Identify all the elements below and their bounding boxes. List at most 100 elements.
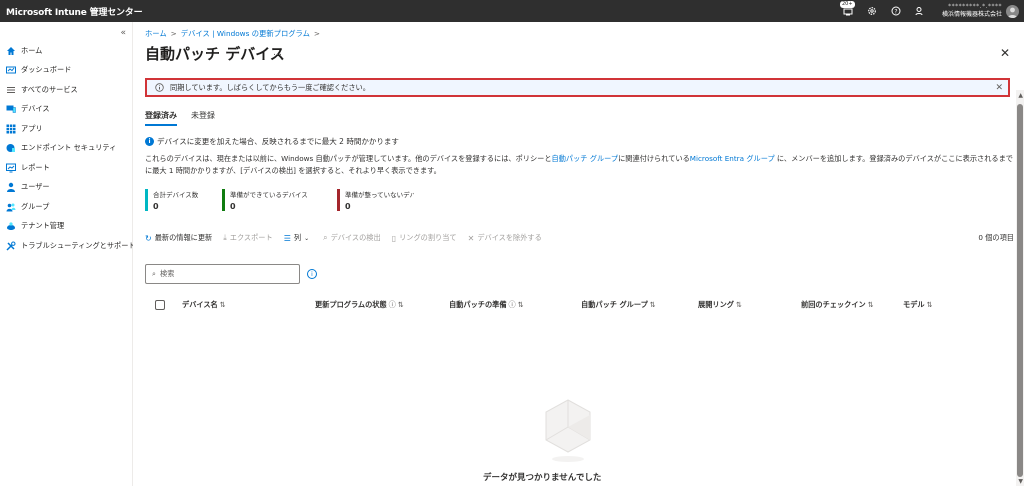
collapse-sidebar-button[interactable]: « [120,28,126,38]
help-button[interactable]: ? [884,0,908,22]
sidebar-item-label: ホーム [21,45,43,55]
sidebar-item-home[interactable]: ホーム [0,41,133,61]
account-info[interactable]: *********.*.**** 横浜情報機器株式会社 [942,3,1002,19]
column-deployment-ring[interactable]: 展開リング ⇅ [698,300,742,310]
tab-registered[interactable]: 登録済み [145,110,177,126]
sidebar-item-apps[interactable]: アプリ [0,119,133,139]
sidebar-item-devices[interactable]: デバイス [0,100,133,120]
sidebar-item-troubleshooting[interactable]: トラブルシューティングとサポート [0,236,136,256]
chevron-right-icon: > [170,29,177,38]
tenant-icon [7,222,15,231]
sidebar-item-groups[interactable]: グループ [0,197,133,217]
assign-ring-label: リングの割り当て [399,233,457,242]
devices-icon [6,105,16,113]
stat-value: 0 [153,202,159,211]
scrollbar-thumb[interactable] [1017,104,1023,477]
sidebar-item-reports[interactable]: レポート [0,158,133,178]
stat-label: 準備ができているデバイス [230,191,308,199]
user-name: *********.*.**** [948,3,1002,10]
sidebar-item-all-services[interactable]: すべてのサービス [0,80,133,100]
info-icon: i [145,137,154,146]
sidebar-item-label: トラブルシューティングとサポート [21,240,136,250]
page-title: 自動パッチ デバイス [145,45,285,63]
search-input[interactable]: ⌕ 検索 [145,264,300,284]
search-icon: ⌕ [152,269,157,278]
item-count: 0 個の項目 [978,233,1014,242]
refresh-button[interactable]: ↻ 最新の情報に更新 [145,233,212,243]
stat-label: 準備が整っていないデバ... [345,191,414,199]
close-blade-button[interactable]: ✕ [1000,46,1010,60]
exclude-devices-button[interactable]: ✕ デバイスを除外する [468,233,542,243]
avatar[interactable] [1006,4,1019,18]
refresh-icon: ↻ [145,233,152,243]
feedback-icon [915,7,923,16]
column-last-checkin[interactable]: 前回のチェックイン ⇅ [801,300,874,310]
column-label: デバイス名 [182,300,218,309]
assign-ring-button[interactable]: ▯ リングの割り当て [392,233,457,243]
reports-icon [6,163,16,173]
column-update-status[interactable]: 更新プログラムの状態 ⓘ ⇅ [315,300,404,310]
scroll-down-arrow[interactable]: ▼ [1018,478,1023,485]
gear-icon [868,7,876,15]
info-notice: i デバイスに変更を加えた場合、反映されるまでに最大 2 時間かかります [145,136,399,147]
stat-ready-devices[interactable]: 準備ができているデバイス 0 [222,189,337,211]
sidebar-nav: ホーム ダッシュボード すべてのサービス デバイス アプリ エンドポイント セキ… [0,41,136,256]
description-text-2: に関連付けられている [618,154,690,163]
sidebar-item-label: テナント管理 [21,221,65,231]
tab-not-registered[interactable]: 未登録 [191,110,215,126]
select-all-checkbox[interactable] [155,300,165,310]
column-label: 更新プログラムの状態 [315,300,387,309]
info-icon [155,83,164,92]
sidebar-item-label: レポート [21,162,50,172]
column-autopatch-group[interactable]: 自動パッチ グループ ⇅ [581,300,656,310]
table-header: デバイス名 ⇅ 更新プログラムの状態 ⓘ ⇅ 自動パッチの準備 ⓘ ⇅ 自動パッチ グルー… [145,298,1010,314]
sidebar-item-label: デバイス [21,104,50,114]
sidebar-item-endpoint-security[interactable]: エンドポイント セキュリティ [0,139,133,159]
info-icon: ⓘ [388,300,396,309]
entra-groups-link[interactable]: Microsoft Entra グループ [690,154,775,163]
breadcrumb-home[interactable]: ホーム [145,29,167,38]
column-model[interactable]: モデル ⇅ [903,300,933,310]
sort-icon: ⇅ [735,300,742,309]
refresh-label: 最新の情報に更新 [154,233,213,242]
discover-devices-button[interactable]: ⌕ デバイスの検出 [323,233,381,243]
tab-bar: 登録済み 未登録 [145,110,229,126]
app-title[interactable]: Microsoft Intune 管理センター [0,5,143,18]
sidebar: « ホーム ダッシュボード すべてのサービス デバイス アプリ エンドポイント … [0,22,136,486]
autopatch-groups-link[interactable]: 自動パッチ グループ [552,154,619,163]
stat-not-ready-devices[interactable]: 準備が整っていないデバ... 0 [337,189,414,211]
breadcrumb: ホーム > デバイス | Windows の更新プログラム > [145,29,324,39]
notice-text: デバイスに変更を加えた場合、反映されるまでに最大 2 時間かかります [157,137,399,146]
breadcrumb-devices-updates[interactable]: デバイス | Windows の更新プログラム [181,29,310,38]
sidebar-item-dashboard[interactable]: ダッシュボード [0,61,133,81]
column-label: 自動パッチ グループ [581,300,648,309]
sidebar-item-label: ダッシュボード [21,65,72,75]
columns-button[interactable]: ☰ 列 ⌄ [284,233,312,243]
column-autopatch-readiness[interactable]: 自動パッチの準備 ⓘ ⇅ [449,300,524,310]
avatar-icon [1008,7,1017,18]
stat-total-devices[interactable]: 合計デバイス数 0 [145,189,222,211]
more-options-button[interactable]: … [273,48,282,58]
column-label: 展開リング [698,300,734,309]
notifications-button[interactable]: 20+ [836,0,860,22]
export-button[interactable]: ⤓ エクスポート [223,233,272,243]
stat-label: 合計デバイス数 [153,191,199,199]
feedback-button[interactable] [908,0,932,22]
search-info-icon[interactable]: i [307,269,317,279]
column-device-name[interactable]: デバイス名 ⇅ [182,300,226,310]
dismiss-banner-button[interactable]: ✕ [995,83,1003,93]
sidebar-item-label: すべてのサービス [21,84,78,94]
group-icon [6,203,16,212]
download-icon: ⤓ [223,233,227,242]
settings-button[interactable] [860,0,884,22]
sidebar-item-users[interactable]: ユーザー [0,178,133,198]
info-icon: ⓘ [508,300,516,309]
sync-status-banner: 同期しています。しばらくしてからもう一度ご確認ください。 ✕ [145,78,1010,97]
scroll-up-arrow[interactable]: ▲ [1018,92,1023,99]
chevron-down-icon: ⌄ [304,234,310,242]
sidebar-item-tenant-admin[interactable]: テナント管理 [0,217,133,237]
help-icon: ? [891,6,901,16]
sort-icon: ⇅ [219,300,226,309]
sidebar-item-label: グループ [21,201,50,211]
stats-row: 合計デバイス数 0 準備ができているデバイス 0 準備が整っていないデバ... … [145,189,414,211]
